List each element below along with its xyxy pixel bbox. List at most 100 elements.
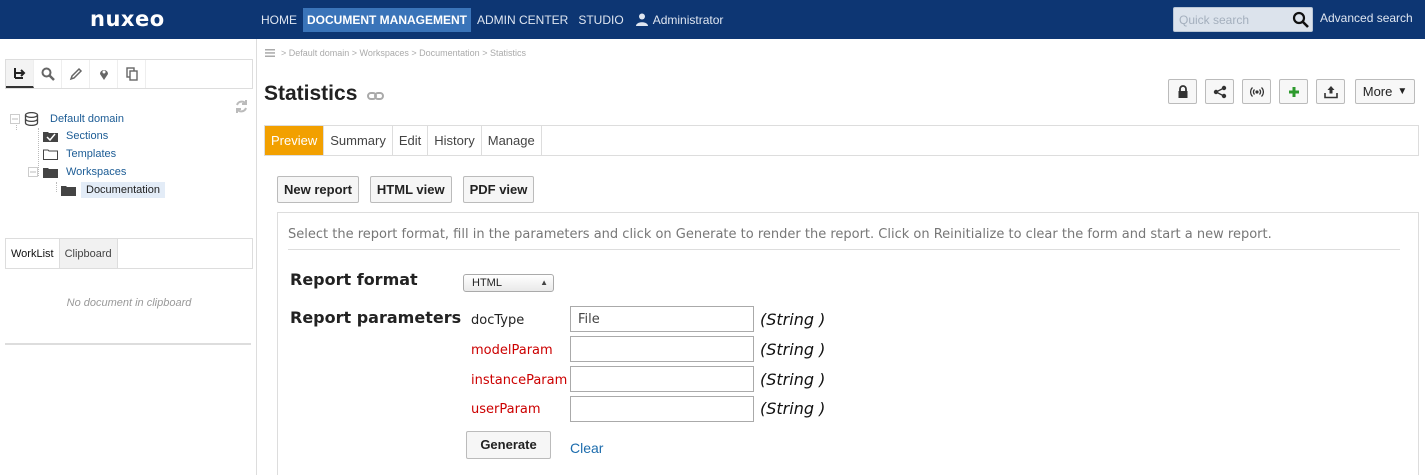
search-icon: [41, 67, 55, 81]
user-menu[interactable]: Administrator: [635, 12, 724, 27]
menu-icon[interactable]: [265, 49, 275, 57]
sidebar-tabs: [5, 59, 253, 89]
collapse-toggle-icon[interactable]: [10, 114, 20, 124]
templates-folder-icon: [43, 149, 58, 160]
nav-admin-center[interactable]: ADMIN CENTER: [473, 9, 572, 31]
param-name-doctype: docType: [471, 313, 525, 328]
param-input-doctype[interactable]: [570, 306, 754, 332]
share-button[interactable]: [1205, 79, 1234, 104]
top-bar: nuxeo HOME DOCUMENT MANAGEMENT ADMIN CEN…: [0, 0, 1425, 39]
tab-navigation[interactable]: [6, 60, 34, 88]
permalink-icon[interactable]: [367, 91, 384, 101]
advanced-search-link[interactable]: Advanced search: [1320, 11, 1413, 25]
left-sidebar: Default domain Sections Templates Worksp…: [0, 39, 257, 475]
tree-node-documentation[interactable]: Documentation: [61, 182, 165, 198]
generate-button[interactable]: Generate: [466, 431, 551, 459]
upload-tray-icon: [1323, 85, 1338, 98]
param-type-modelparam: (String ): [760, 340, 826, 359]
new-report-button[interactable]: New report: [277, 176, 359, 203]
add-to-collection-button[interactable]: [1279, 79, 1308, 104]
tab-clipboard[interactable]: Clipboard: [59, 239, 118, 268]
domain-icon: [24, 112, 39, 126]
breadcrumb-path[interactable]: > Default domain > Workspaces > Document…: [281, 48, 526, 58]
param-input-userparam[interactable]: [570, 396, 754, 422]
caret-down-icon: ▼: [1397, 86, 1408, 97]
share-icon: [1213, 85, 1226, 98]
export-button[interactable]: [1316, 79, 1345, 104]
quick-search: [1173, 7, 1313, 32]
nav-home[interactable]: HOME: [257, 9, 301, 31]
document-tabs: Preview Summary Edit History Manage: [264, 125, 1419, 156]
pencil-icon: [69, 67, 82, 81]
tree-label-selected: Documentation: [81, 182, 165, 198]
divider: [288, 249, 1400, 250]
more-actions-button[interactable]: More ▼: [1355, 79, 1415, 104]
lock-button[interactable]: [1168, 79, 1197, 104]
tree-node-sections[interactable]: Sections: [43, 130, 108, 142]
tab-edit[interactable]: Edit: [393, 126, 429, 155]
tree-label: Sections: [66, 130, 109, 142]
workspaces-folder-icon: [43, 167, 58, 178]
tab-manage[interactable]: Manage: [482, 126, 542, 155]
subscribe-button[interactable]: [1242, 79, 1271, 104]
param-name-modelparam: modelParam: [471, 343, 553, 358]
divider: [5, 343, 251, 345]
clipboard-empty-message: No document in clipboard: [66, 297, 192, 309]
nav-document-management[interactable]: DOCUMENT MANAGEMENT: [303, 7, 471, 32]
param-name-userparam: userParam: [471, 402, 541, 417]
user-icon: [635, 13, 648, 26]
tab-summary[interactable]: Summary: [324, 126, 393, 155]
breadcrumb: > Default domain > Workspaces > Document…: [265, 48, 526, 58]
nuxeo-logo[interactable]: nuxeo: [90, 7, 165, 31]
collapse-toggle-icon[interactable]: [28, 167, 38, 177]
tree-node-templates[interactable]: Templates: [43, 148, 116, 160]
copy-icon: [125, 67, 138, 81]
report-view-buttons: New report HTML view PDF view: [277, 176, 545, 203]
param-type-userparam: (String ): [760, 399, 826, 418]
plus-icon: [1288, 86, 1299, 97]
tree-label: Default domain: [50, 113, 124, 125]
documentation-folder-icon: [61, 185, 76, 196]
tree-label: Workspaces: [66, 166, 127, 178]
select-arrows-icon: ▲: [540, 278, 548, 287]
more-label: More: [1362, 84, 1393, 99]
nav-studio[interactable]: STUDIO: [574, 9, 627, 31]
param-input-modelparam[interactable]: [570, 336, 754, 362]
tree-node-default-domain[interactable]: Default domain: [10, 112, 124, 126]
tab-worklist[interactable]: WorkList: [6, 239, 60, 268]
quick-search-input[interactable]: [1174, 8, 1284, 31]
param-name-instanceparam: instanceParam: [471, 373, 568, 388]
main-nav: HOME DOCUMENT MANAGEMENT ADMIN CENTER ST…: [257, 0, 723, 39]
search-icon[interactable]: [1292, 11, 1310, 29]
param-input-instanceparam[interactable]: [570, 366, 754, 392]
param-type-instanceparam: (String ): [760, 370, 826, 389]
report-description: Select the report format, fill in the pa…: [288, 227, 1272, 242]
refresh-icon[interactable]: [234, 99, 249, 114]
tree-label: Templates: [66, 148, 117, 160]
tab-copy[interactable]: [118, 60, 146, 88]
tab-search[interactable]: [34, 60, 62, 88]
report-format-label: Report format: [290, 270, 418, 289]
lock-icon: [1178, 84, 1187, 98]
tab-edit[interactable]: [62, 60, 90, 88]
tab-preview[interactable]: Preview: [265, 126, 325, 155]
pdf-view-button[interactable]: PDF view: [462, 176, 535, 203]
tree-node-workspaces[interactable]: Workspaces: [28, 166, 126, 178]
navigation-tree-icon: [13, 68, 25, 79]
map-marker-icon: [99, 70, 108, 80]
report-parameters-label: Report parameters: [290, 308, 462, 327]
clear-link[interactable]: Clear: [570, 440, 603, 456]
report-format-select[interactable]: HTML ▲: [463, 274, 554, 292]
param-type-doctype: (String ): [760, 310, 826, 329]
user-name: Administrator: [652, 12, 724, 27]
report-form-panel: Select the report format, fill in the pa…: [277, 212, 1419, 475]
page-title: Statistics: [264, 82, 358, 105]
sections-folder-icon: [43, 131, 58, 142]
worklist-tabs: WorkList Clipboard: [5, 238, 253, 269]
broadcast-icon: [1249, 86, 1264, 97]
report-format-value: HTML: [472, 277, 502, 289]
tab-history[interactable]: History: [428, 126, 482, 155]
document-actions: More ▼: [1168, 79, 1415, 104]
html-view-button[interactable]: HTML view: [369, 176, 452, 203]
tab-location[interactable]: [90, 60, 118, 88]
